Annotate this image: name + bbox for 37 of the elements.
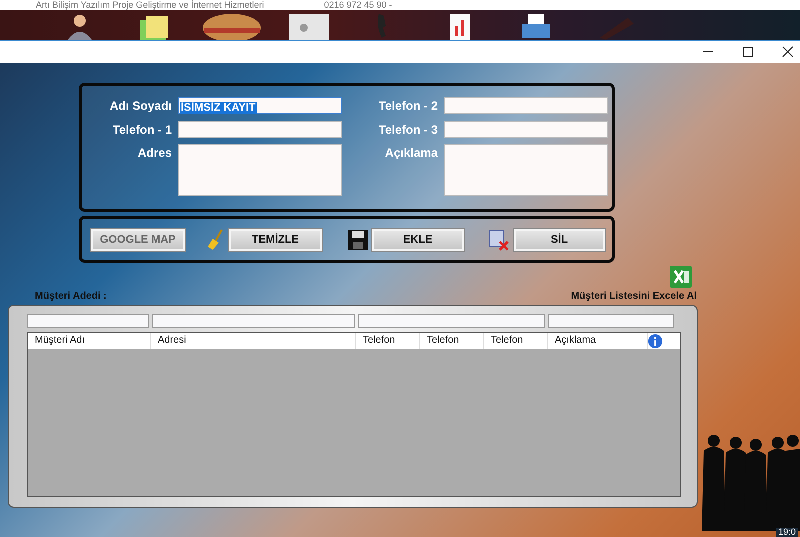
input-field[interactable] <box>178 120 342 138</box>
input-field[interactable]: İSİMSİZ KAYIT <box>178 97 342 114</box>
filter-field[interactable] <box>548 314 674 328</box>
maximize-icon[interactable] <box>742 46 754 58</box>
action-button[interactable]: SİL <box>514 228 605 250</box>
customer-count-label: Müşteri Adedi : <box>35 291 107 302</box>
column-header[interactable]: Telefon <box>420 333 484 349</box>
person-icon[interactable] <box>66 12 94 40</box>
column-header[interactable]: Telefon <box>484 333 548 349</box>
action-button[interactable]: TEMİZLE <box>229 228 322 250</box>
field-label: Adı Soyadı <box>108 98 172 115</box>
broom-icon <box>207 228 225 250</box>
spreadsheet-icon[interactable] <box>669 265 693 289</box>
filter-field[interactable] <box>152 314 355 328</box>
field-label: Açıklama <box>384 145 438 162</box>
action-button[interactable]: EKLE <box>372 228 464 250</box>
company-name: Artı Bilişim Yazılım Proje Geliştirme ve İnternet Hizmetleri <box>36 0 264 10</box>
delete-icon <box>488 228 510 250</box>
input-field[interactable] <box>444 97 608 114</box>
sandwich-icon[interactable] <box>202 12 262 40</box>
column-header[interactable]: Müşteri Adı <box>28 333 151 349</box>
close-icon[interactable] <box>782 46 794 58</box>
field-label: Adres <box>136 145 172 162</box>
field-label: Telefon - 2 <box>378 98 438 115</box>
printer-icon[interactable] <box>520 12 552 40</box>
info-icon[interactable] <box>648 334 663 348</box>
phone-number: 0216 972 45 90 - <box>324 0 392 10</box>
filter-field[interactable] <box>358 314 545 328</box>
field-label: Telefon - 1 <box>112 122 172 138</box>
column-header[interactable]: Adresi <box>151 333 356 349</box>
column-header[interactable]: Telefon <box>356 333 420 349</box>
safe-icon[interactable] <box>288 12 330 40</box>
input-field[interactable] <box>444 120 608 138</box>
clock: 19:0 <box>776 528 798 537</box>
export-to-excel-link[interactable]: Müşteri Listesini Excele Al <box>571 291 697 302</box>
field-label: Telefon - 3 <box>378 122 438 138</box>
filter-field[interactable] <box>27 314 149 328</box>
